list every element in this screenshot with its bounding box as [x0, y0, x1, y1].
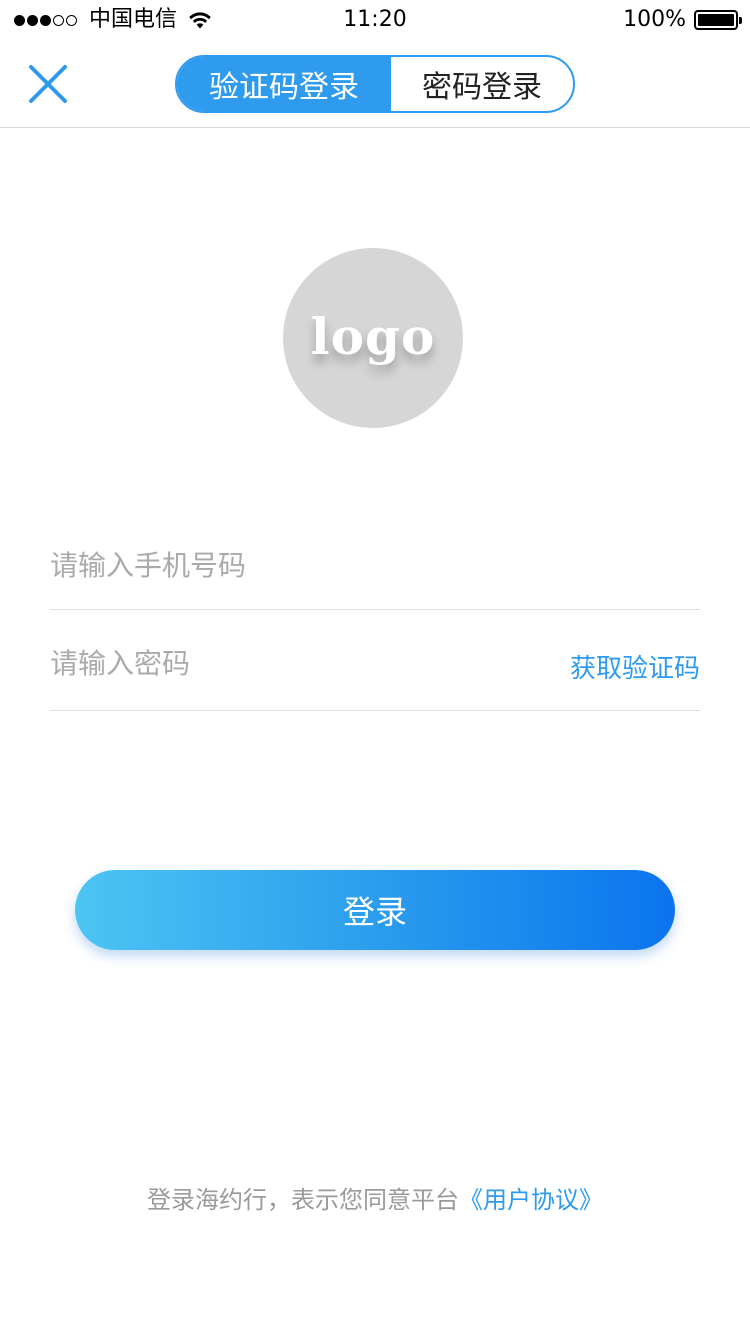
- close-icon: [29, 65, 67, 103]
- agreement-prefix: 登录海约行，表示您同意平台: [147, 1186, 459, 1214]
- app-logo: logo: [283, 248, 463, 428]
- battery-fill: [698, 14, 734, 26]
- close-button[interactable]: [20, 56, 76, 112]
- tab-password-login[interactable]: 密码登录: [391, 57, 573, 111]
- battery-icon: [694, 10, 742, 30]
- login-form: 获取验证码: [50, 512, 700, 711]
- nav-bar: 验证码登录 密码登录: [0, 40, 750, 128]
- tab-code-login[interactable]: 验证码登录: [177, 57, 391, 111]
- battery-percent: 100%: [623, 7, 686, 32]
- phone-input[interactable]: [50, 512, 700, 609]
- agreement-text: 登录海约行，表示您同意平台《用户协议》: [0, 1184, 750, 1216]
- battery-cap: [739, 17, 742, 24]
- logo-text: logo: [310, 306, 436, 366]
- phone-field: [50, 512, 700, 610]
- user-agreement-link[interactable]: 《用户协议》: [459, 1186, 603, 1214]
- get-code-button[interactable]: 获取验证码: [570, 648, 700, 685]
- status-right: 100%: [623, 6, 742, 34]
- login-button[interactable]: 登录: [75, 870, 675, 950]
- status-bar: 中国电信 11:20 100%: [0, 0, 750, 40]
- login-mode-tabs: 验证码登录 密码登录: [175, 55, 575, 113]
- code-field: 获取验证码: [50, 610, 700, 711]
